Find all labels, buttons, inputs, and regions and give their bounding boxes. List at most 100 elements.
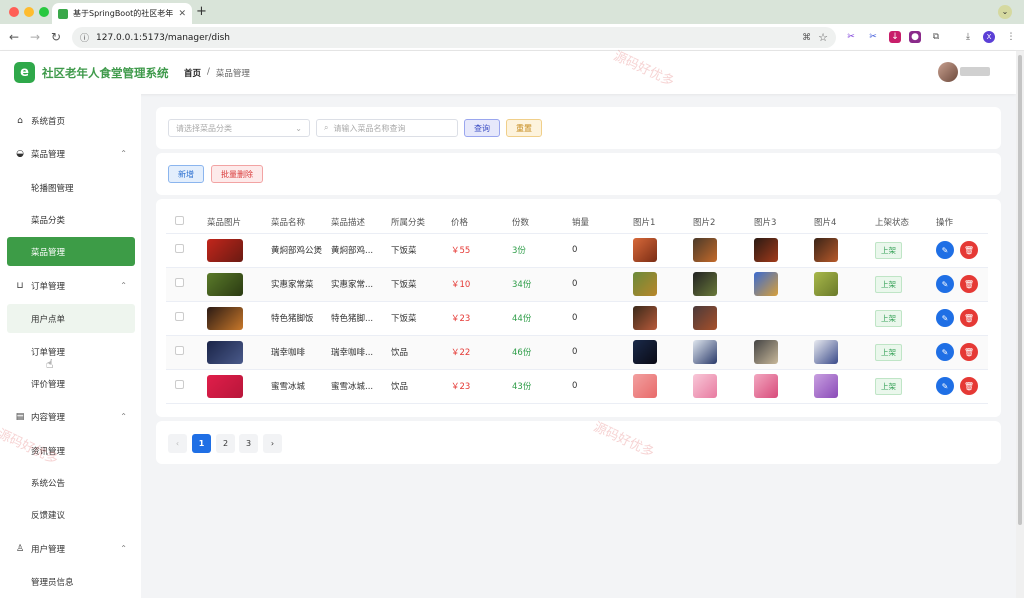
- extensions-puzzle-icon[interactable]: ⧉: [930, 31, 942, 43]
- edit-icon[interactable]: ✎: [936, 241, 954, 259]
- bookmark-star-icon[interactable]: ☆: [818, 31, 828, 44]
- dish-image-1[interactable]: [633, 374, 657, 398]
- query-button[interactable]: 查询: [464, 119, 500, 137]
- delete-icon[interactable]: 🗑: [960, 275, 978, 293]
- browser-tab[interactable]: 基于SpringBoot的社区老年人食 ✕: [52, 3, 192, 24]
- row-checkbox[interactable]: [175, 312, 184, 321]
- dish-image-2[interactable]: [693, 374, 717, 398]
- sidebar-group-dish[interactable]: ◒ 菜品管理 ⌃: [7, 139, 135, 168]
- sidebar-group-order[interactable]: ⊔ 订单管理 ⌃: [7, 271, 135, 300]
- dish-image[interactable]: [207, 238, 243, 262]
- row-checkbox[interactable]: [175, 346, 184, 355]
- sidebar-item-notice[interactable]: 系统公告: [7, 468, 135, 497]
- dish-image-2[interactable]: [693, 340, 717, 364]
- sales-cell: 0: [569, 369, 630, 404]
- dish-image-1[interactable]: [633, 306, 657, 330]
- sidebar-item-news[interactable]: 资讯管理: [7, 436, 135, 465]
- sidebar-group-content[interactable]: ▤ 内容管理 ⌃: [7, 402, 135, 431]
- browser-menu-icon[interactable]: ⋮: [1005, 31, 1017, 43]
- add-button[interactable]: 新增: [168, 165, 204, 183]
- maximize-window-button[interactable]: [39, 7, 49, 17]
- breadcrumb-home[interactable]: 首页: [184, 67, 201, 79]
- dish-image-3[interactable]: [754, 340, 778, 364]
- row-checkbox[interactable]: [175, 278, 184, 287]
- scrollbar-thumb[interactable]: [1018, 55, 1022, 525]
- address-bar[interactable]: ⓘ 127.0.0.1:5173/manager/dish ⌘ ☆: [72, 27, 836, 48]
- dish-image-3[interactable]: [754, 238, 778, 262]
- sidebar-item-order-manage[interactable]: 订单管理: [7, 337, 135, 366]
- close-window-button[interactable]: [9, 7, 19, 17]
- row-checkbox[interactable]: [175, 244, 184, 253]
- cart-icon: ⊔: [16, 280, 24, 291]
- back-icon[interactable]: ←: [9, 30, 19, 44]
- column-header: 菜品名称: [268, 211, 328, 234]
- page-2-button[interactable]: 2: [216, 434, 235, 453]
- image1-cell: [630, 369, 690, 404]
- prev-page-button[interactable]: ‹: [168, 434, 187, 453]
- sidebar-item-feedback[interactable]: 反馈建议: [7, 500, 135, 529]
- user-avatar[interactable]: [938, 62, 958, 82]
- sidebar-item-user-order[interactable]: 用户点单: [7, 304, 135, 333]
- dish-image[interactable]: [207, 340, 243, 364]
- select-all-checkbox[interactable]: [175, 215, 184, 225]
- tab-search-icon[interactable]: ⌄: [998, 5, 1012, 19]
- sidebar-item-admin-info[interactable]: 管理员信息: [7, 567, 135, 596]
- dish-image-4[interactable]: [814, 374, 838, 398]
- page-3-button[interactable]: 3: [239, 434, 258, 453]
- sidebar-item-home[interactable]: ⌂ 系统首页: [7, 106, 135, 135]
- user-name-blurred[interactable]: [960, 67, 990, 76]
- dish-image-4[interactable]: [814, 238, 838, 262]
- dish-image-2[interactable]: [693, 238, 717, 262]
- sidebar-item-carousel[interactable]: 轮播图管理: [7, 173, 135, 202]
- sidebar-item-dish-manage[interactable]: 菜品管理: [7, 237, 135, 266]
- next-page-button[interactable]: ›: [263, 434, 282, 453]
- delete-icon[interactable]: 🗑: [960, 241, 978, 259]
- status-badge: 上架: [875, 343, 902, 361]
- forward-icon[interactable]: →: [30, 30, 40, 44]
- new-tab-icon[interactable]: +: [196, 4, 207, 19]
- dish-image-2[interactable]: [693, 306, 717, 330]
- dish-image-3[interactable]: [754, 374, 778, 398]
- sidebar-group-user[interactable]: ♙ 用户管理 ⌃: [7, 534, 135, 563]
- minimize-window-button[interactable]: [24, 7, 34, 17]
- sales-cell: 0: [569, 233, 630, 268]
- dish-image-4[interactable]: [814, 272, 838, 296]
- edit-icon[interactable]: ✎: [936, 377, 954, 395]
- reload-icon[interactable]: ↻: [51, 30, 61, 44]
- dish-name-placeholder: 请输入菜品名称查询: [333, 123, 406, 133]
- edit-icon[interactable]: ✎: [936, 309, 954, 327]
- dish-image-1[interactable]: [633, 340, 657, 364]
- site-info-icon[interactable]: ⓘ: [80, 31, 89, 44]
- delete-icon[interactable]: 🗑: [960, 343, 978, 361]
- reset-button[interactable]: 重置: [506, 119, 542, 137]
- dish-image[interactable]: [207, 374, 243, 398]
- edit-icon[interactable]: ✎: [936, 275, 954, 293]
- dish-name-search-input[interactable]: ⌕ 请输入菜品名称查询: [316, 119, 458, 137]
- downloads-icon[interactable]: ⤓: [962, 31, 974, 43]
- dish-image[interactable]: [207, 272, 243, 296]
- sidebar-item-review[interactable]: 评价管理: [7, 369, 135, 398]
- sidebar-item-dish-category[interactable]: 菜品分类: [7, 205, 135, 234]
- extension-download-icon[interactable]: ↓: [889, 31, 901, 43]
- dish-image-1[interactable]: [633, 272, 657, 296]
- edit-icon[interactable]: ✎: [936, 343, 954, 361]
- dish-image-4[interactable]: [814, 340, 838, 364]
- delete-icon[interactable]: 🗑: [960, 309, 978, 327]
- home-icon: ⌂: [17, 115, 23, 126]
- dish-image-3[interactable]: [754, 272, 778, 296]
- category-select[interactable]: 请选择菜品分类 ⌄: [168, 119, 310, 137]
- delete-icon[interactable]: 🗑: [960, 377, 978, 395]
- page-1-button[interactable]: 1: [192, 434, 211, 453]
- row-checkbox[interactable]: [175, 380, 184, 389]
- translate-icon[interactable]: ⌘: [802, 33, 811, 43]
- dish-image-1[interactable]: [633, 238, 657, 262]
- profile-avatar[interactable]: X: [983, 31, 995, 43]
- extension-monster-icon[interactable]: ●: [909, 31, 921, 43]
- image1-cell: [630, 335, 690, 370]
- extension-scissors-icon[interactable]: ✂: [845, 31, 857, 43]
- batch-delete-button[interactable]: 批量删除: [211, 165, 263, 183]
- dish-image-2[interactable]: [693, 272, 717, 296]
- dish-image[interactable]: [207, 306, 243, 330]
- close-tab-icon[interactable]: ✕: [178, 9, 186, 19]
- extension-scissors2-icon[interactable]: ✂: [867, 31, 879, 43]
